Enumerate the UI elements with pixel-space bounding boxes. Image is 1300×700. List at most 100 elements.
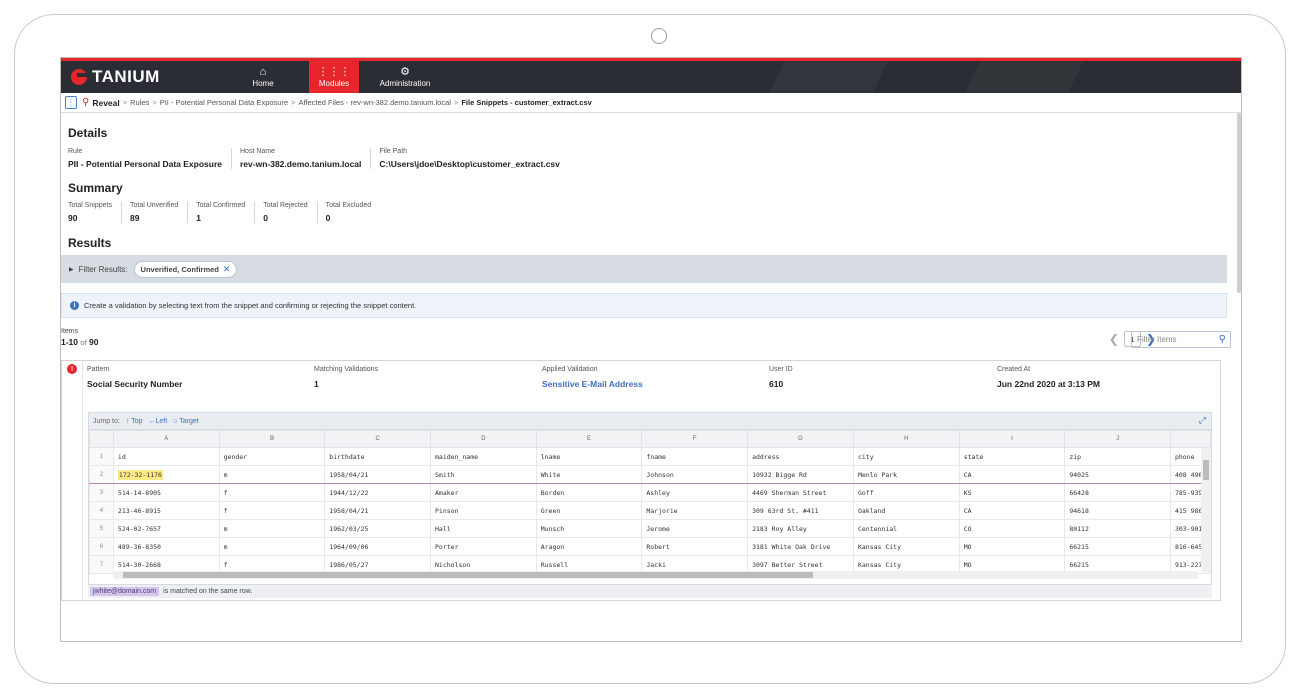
scroll-thumb[interactable] — [123, 572, 813, 578]
grid-cell[interactable]: Smith — [430, 465, 537, 484]
grid-cell[interactable]: 489-36-8350 — [112, 537, 220, 556]
page-scrollbar[interactable] — [1237, 113, 1241, 293]
nav-home-label: Home — [252, 79, 274, 88]
grid-cell[interactable]: 1958/04/21 — [324, 501, 431, 520]
grid-cell[interactable]: Porter — [430, 537, 537, 556]
grid-cell[interactable]: Oakland — [852, 501, 960, 520]
grid-cell[interactable]: 1964/09/06 — [324, 537, 431, 556]
grid-cell[interactable]: 80112 — [1064, 519, 1171, 538]
grid-cell[interactable]: 172-32-1176 — [112, 465, 220, 484]
nav-home[interactable]: ⌂ Home — [238, 61, 288, 93]
grid-cell[interactable]: fname — [641, 447, 749, 466]
grid-cell[interactable]: 94618 — [1064, 501, 1171, 520]
grid-cell[interactable]: 4469 Sherman Street — [747, 483, 854, 502]
chevron-left-icon[interactable]: ❮ — [1109, 332, 1119, 346]
grid-cell[interactable]: city — [852, 447, 960, 466]
grid-cell[interactable]: maiden_name — [430, 447, 537, 466]
grid-cell[interactable]: 10932 Bigge Rd — [747, 465, 854, 484]
breadcrumb-rule[interactable]: PII - Potential Personal Data Exposure — [160, 98, 288, 107]
vertical-scrollbar[interactable] — [1201, 448, 1211, 572]
grid-cell[interactable]: f — [218, 501, 326, 520]
column-header[interactable]: I — [958, 430, 1066, 448]
column-header[interactable]: J — [1064, 430, 1171, 448]
grid-cell[interactable]: 1958/04/21 — [324, 465, 431, 484]
grid-cell[interactable]: Menlo Park — [852, 465, 960, 484]
expand-icon[interactable]: ⤢ — [1199, 415, 1206, 426]
grid-cell[interactable]: f — [218, 483, 326, 502]
grid-cell[interactable]: lname — [535, 447, 643, 466]
grid-cell[interactable]: zip — [1064, 447, 1171, 466]
jump-top[interactable]: ↑ Top — [126, 418, 143, 425]
grid-cell[interactable]: Jerome — [641, 519, 749, 538]
grid-cell[interactable]: birthdate — [324, 447, 431, 466]
matching-value: 1 — [314, 379, 319, 389]
grid-cell[interactable]: state — [958, 447, 1066, 466]
grid-cell[interactable]: m — [218, 465, 326, 484]
horizontal-scrollbar[interactable] — [113, 571, 1198, 579]
grid-cell[interactable]: MO — [958, 537, 1066, 556]
filter-chip[interactable]: Unverified, Confirmed ✕ — [133, 260, 238, 278]
grid-cell[interactable]: Marjorie — [641, 501, 749, 520]
grid-cell[interactable]: 94025 — [1064, 465, 1171, 484]
grid-cell[interactable]: CO — [958, 519, 1066, 538]
breadcrumb-reveal[interactable]: Reveal — [92, 98, 119, 108]
grid-cell[interactable]: id — [112, 447, 220, 466]
grid-cell[interactable]: Borden — [535, 483, 643, 502]
grid-cell[interactable]: Pinson — [430, 501, 537, 520]
kebab-menu-icon[interactable]: ⋮ — [65, 96, 77, 109]
grid-cell[interactable]: White — [535, 465, 643, 484]
filter-items-input[interactable]: Filter Items ⚲ — [1131, 331, 1231, 348]
grid-cell[interactable]: Green — [535, 501, 643, 520]
grid-cell[interactable]: KS — [958, 483, 1066, 502]
grid-cell[interactable]: CA — [958, 465, 1066, 484]
grid-cell[interactable]: Aragon — [535, 537, 643, 556]
column-header[interactable]: A — [112, 430, 220, 448]
grid-cell[interactable]: 3181 White Oak Drive — [747, 537, 854, 556]
grid-cell[interactable]: 66215 — [1064, 537, 1171, 556]
grid-cell[interactable]: 514-14-8905 — [112, 483, 220, 502]
grid-cell[interactable]: Kansas City — [852, 537, 960, 556]
nav-administration[interactable]: ⚙ Administration — [375, 61, 435, 93]
grid-cell[interactable]: 66428 — [1064, 483, 1171, 502]
applied-validation-link[interactable]: Sensitive E-Mail Address — [542, 379, 643, 389]
grid-cell[interactable]: CA — [958, 501, 1066, 520]
scroll-thumb[interactable] — [1203, 460, 1209, 480]
column-header[interactable]: G — [747, 430, 854, 448]
grid-cell[interactable]: 1944/12/22 — [324, 483, 431, 502]
grid-cell[interactable]: 524-02-7657 — [112, 519, 220, 538]
column-header[interactable]: D — [430, 430, 537, 448]
column-header[interactable]: E — [535, 430, 643, 448]
filter-results-bar[interactable]: ▶ Filter Results: Unverified, Confirmed … — [61, 255, 1227, 283]
search-icon[interactable]: ⚲ — [1219, 334, 1226, 345]
close-icon[interactable]: ✕ — [223, 264, 231, 275]
brand-logo[interactable]: TANIUM — [61, 61, 236, 93]
grid-cell[interactable]: Hall — [430, 519, 537, 538]
column-header[interactable]: B — [218, 430, 326, 448]
column-header[interactable]: F — [641, 430, 749, 448]
caret-right-icon[interactable]: ▶ — [69, 266, 74, 273]
grid-cell[interactable]: Johnson — [641, 465, 749, 484]
grid-cell[interactable]: gender — [218, 447, 326, 466]
grid-cell[interactable]: m — [218, 519, 326, 538]
grid-cell[interactable]: Centennial — [852, 519, 960, 538]
grid-cell[interactable]: m — [218, 537, 326, 556]
column-header[interactable] — [1169, 430, 1212, 448]
highlighted-match[interactable]: 172-32-1176 — [117, 469, 163, 480]
jump-target[interactable]: ○ Target — [173, 418, 199, 425]
grid-cell[interactable]: address — [747, 447, 854, 466]
breadcrumb-affected-files[interactable]: Affected Files - rev-wn-382.demo.tanium.… — [299, 98, 451, 107]
grid-cell[interactable]: 2183 Roy Alley — [747, 519, 854, 538]
breadcrumb-rules[interactable]: Rules — [130, 98, 149, 107]
column-header[interactable]: H — [852, 430, 960, 448]
nav-modules[interactable]: ⋮⋮⋮ Modules — [309, 61, 359, 93]
grid-cell[interactable]: Ashley — [641, 483, 749, 502]
grid-cell[interactable]: 1962/03/25 — [324, 519, 431, 538]
grid-cell[interactable]: Goff — [852, 483, 960, 502]
column-header[interactable]: C — [324, 430, 431, 448]
grid-cell[interactable]: 309 63rd St. #411 — [747, 501, 854, 520]
grid-cell[interactable]: Robert — [641, 537, 749, 556]
grid-cell[interactable]: 213-46-8915 — [112, 501, 220, 520]
grid-cell[interactable]: Amaker — [430, 483, 537, 502]
jump-left[interactable]: ←Left — [148, 418, 167, 425]
grid-cell[interactable]: Munsch — [535, 519, 643, 538]
